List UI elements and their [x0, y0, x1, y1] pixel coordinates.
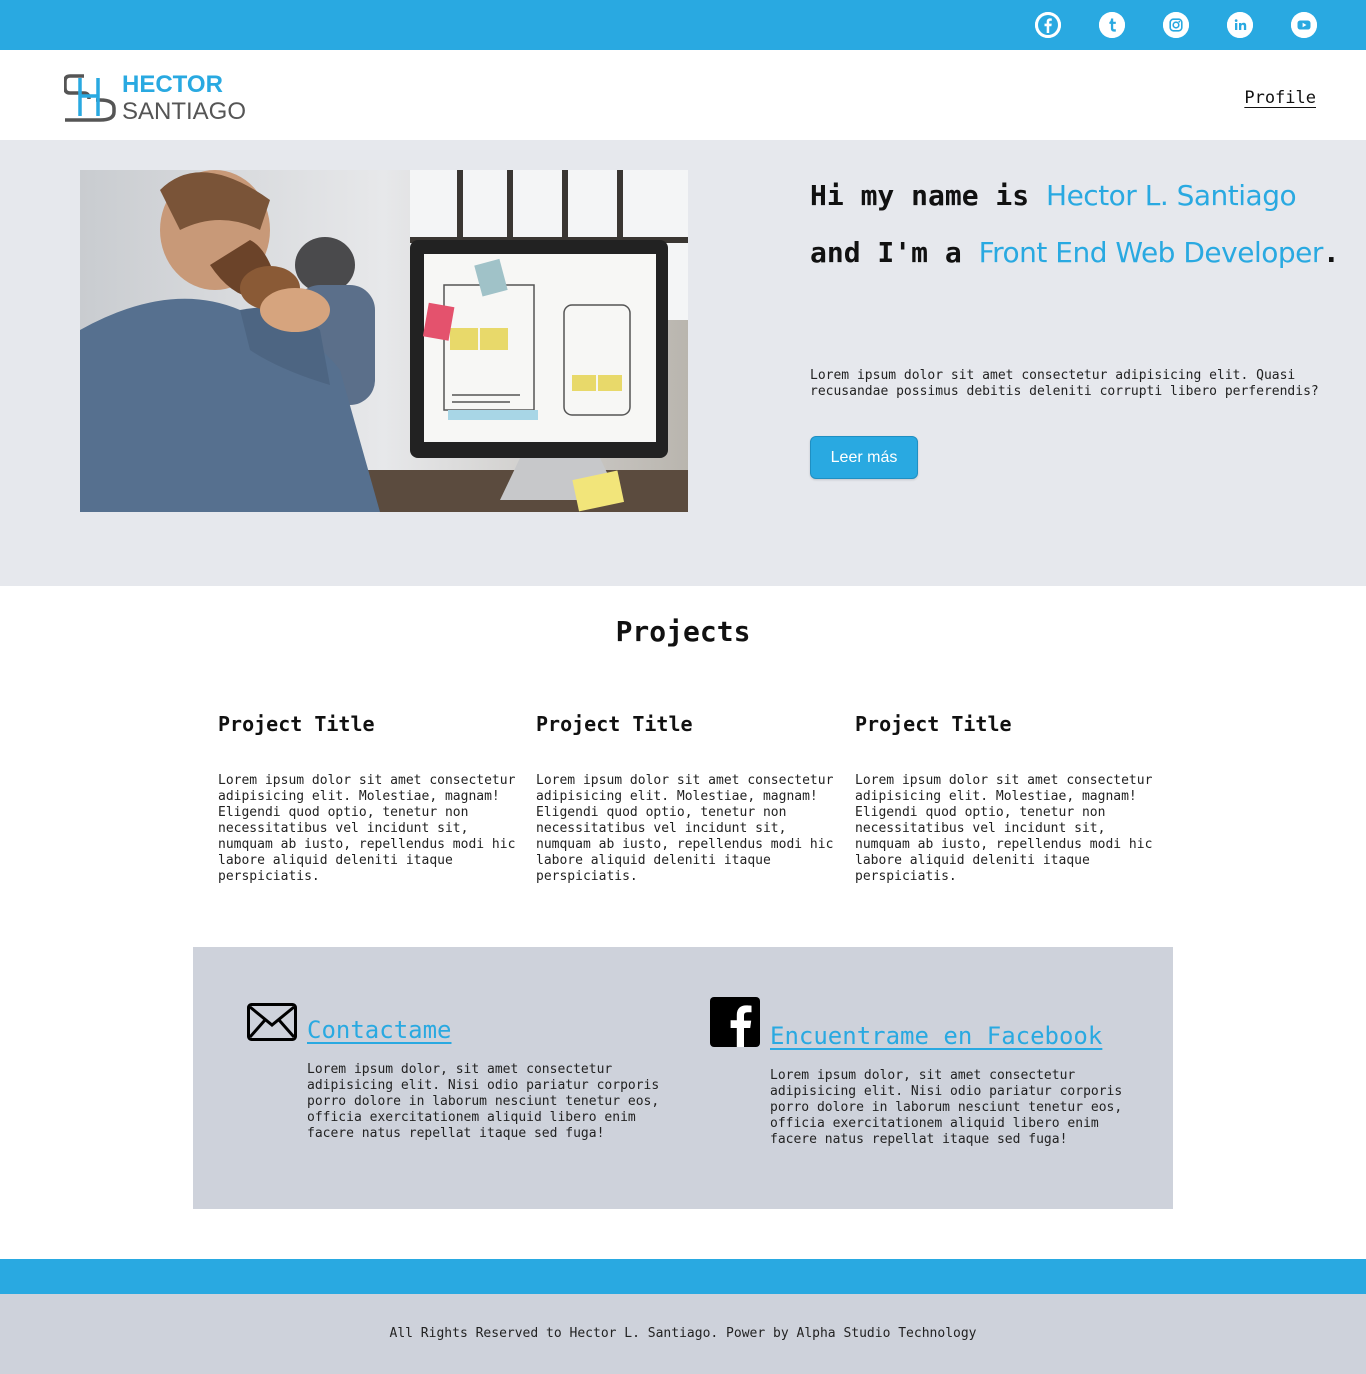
- project-card: Project Title Lorem ipsum dolor sit amet…: [536, 712, 836, 885]
- read-more-button[interactable]: Leer más: [810, 436, 918, 479]
- hero-heading: Hi my name is Hector L. Santiago and I'm…: [810, 167, 1350, 281]
- facebook-icon[interactable]: [1035, 12, 1061, 38]
- hero-role-highlight: Front End Web Developer: [978, 236, 1324, 269]
- project-description: Lorem ipsum dolor sit amet consectetur a…: [855, 773, 1153, 884]
- project-title: Project Title: [218, 712, 375, 736]
- logo-text-first: HECTOR: [122, 71, 223, 98]
- hero-heading-pre: Hi my name is: [810, 179, 1047, 212]
- footer-accent-band: [0, 1259, 1366, 1294]
- contact-link[interactable]: Contactame: [307, 1016, 452, 1044]
- project-description: Lorem ipsum dolor sit amet consectetur a…: [218, 773, 516, 884]
- logo-text-last: SANTIAGO: [122, 98, 247, 125]
- hero-heading-mid: and I'm a: [810, 236, 979, 269]
- hero-image: [80, 170, 688, 512]
- footer-copyright: All Rights Reserved to Hector L. Santiag…: [389, 1326, 977, 1341]
- instagram-icon[interactable]: [1163, 12, 1189, 38]
- hero-name-highlight: Hector L. Santiago: [1046, 179, 1297, 212]
- hero-description: Lorem ipsum dolor sit amet consectetur a…: [810, 368, 1319, 399]
- hero-heading-end: .: [1322, 236, 1340, 269]
- project-title: Project Title: [536, 712, 693, 736]
- facebook-description: Lorem ipsum dolor, sit amet consectetur …: [770, 1068, 1123, 1147]
- logo[interactable]: HECTOR SANTIAGO: [64, 71, 247, 125]
- contact-description: Lorem ipsum dolor, sit amet consectetur …: [307, 1062, 660, 1141]
- project-card: Project Title Lorem ipsum dolor sit amet…: [855, 712, 1155, 885]
- facebook-square-icon: [710, 997, 760, 1051]
- facebook-link[interactable]: Encuentrame en Facebook: [770, 1022, 1102, 1050]
- tumblr-icon[interactable]: [1099, 12, 1125, 38]
- envelope-icon: [247, 1003, 297, 1045]
- logo-mark-icon: [64, 74, 116, 122]
- project-title: Project Title: [855, 712, 1012, 736]
- project-description: Lorem ipsum dolor sit amet consectetur a…: [536, 773, 834, 884]
- nav-profile-link[interactable]: Profile: [1244, 88, 1316, 108]
- social-bar: [0, 0, 1366, 50]
- youtube-icon[interactable]: [1291, 12, 1317, 38]
- project-card: Project Title Lorem ipsum dolor sit amet…: [218, 712, 518, 885]
- linkedin-icon[interactable]: [1227, 12, 1253, 38]
- projects-title: Projects: [615, 615, 751, 648]
